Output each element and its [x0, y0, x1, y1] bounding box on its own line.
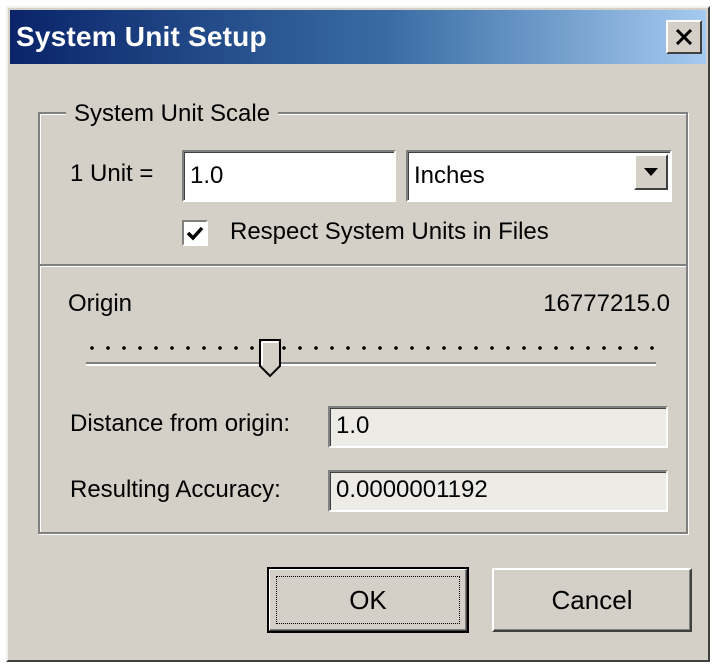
origin-slider-track[interactable] — [86, 362, 656, 366]
unit-type-selected: Inches — [414, 162, 485, 189]
unit-type-dropdown[interactable]: Inches — [406, 150, 672, 202]
respect-units-checkbox[interactable] — [182, 220, 208, 246]
window-title: System Unit Setup — [16, 21, 267, 52]
accuracy-label: Resulting Accuracy: — [70, 476, 281, 503]
distance-label: Distance from origin: — [70, 410, 291, 437]
slider-ticks — [84, 346, 660, 350]
chevron-down-icon — [644, 168, 658, 176]
group-separator — [40, 264, 686, 267]
group-title: System Unit Scale — [66, 100, 279, 128]
distance-value-field[interactable]: 1.0 — [328, 406, 668, 448]
origin-label: Origin — [68, 290, 133, 317]
accuracy-value-field[interactable]: 0.0000001192 — [328, 470, 668, 512]
origin-slider-thumb[interactable] — [258, 338, 282, 378]
origin-value: 16777215.0 — [543, 290, 670, 317]
close-button[interactable] — [666, 20, 702, 54]
cancel-button[interactable]: Cancel — [492, 568, 692, 632]
dropdown-arrow-button[interactable] — [634, 154, 668, 190]
respect-units-label[interactable]: Respect System Units in Files — [230, 218, 549, 246]
close-icon — [675, 29, 693, 45]
cancel-label: Cancel — [551, 584, 633, 615]
title-bar[interactable]: System Unit Setup — [10, 10, 706, 64]
ok-label: OK — [349, 584, 387, 615]
checkmark-icon — [186, 226, 204, 241]
unit-label: 1 Unit = — [70, 160, 154, 187]
ok-button[interactable]: OK — [267, 567, 469, 633]
unit-value-input[interactable]: 1.0 — [182, 150, 396, 202]
